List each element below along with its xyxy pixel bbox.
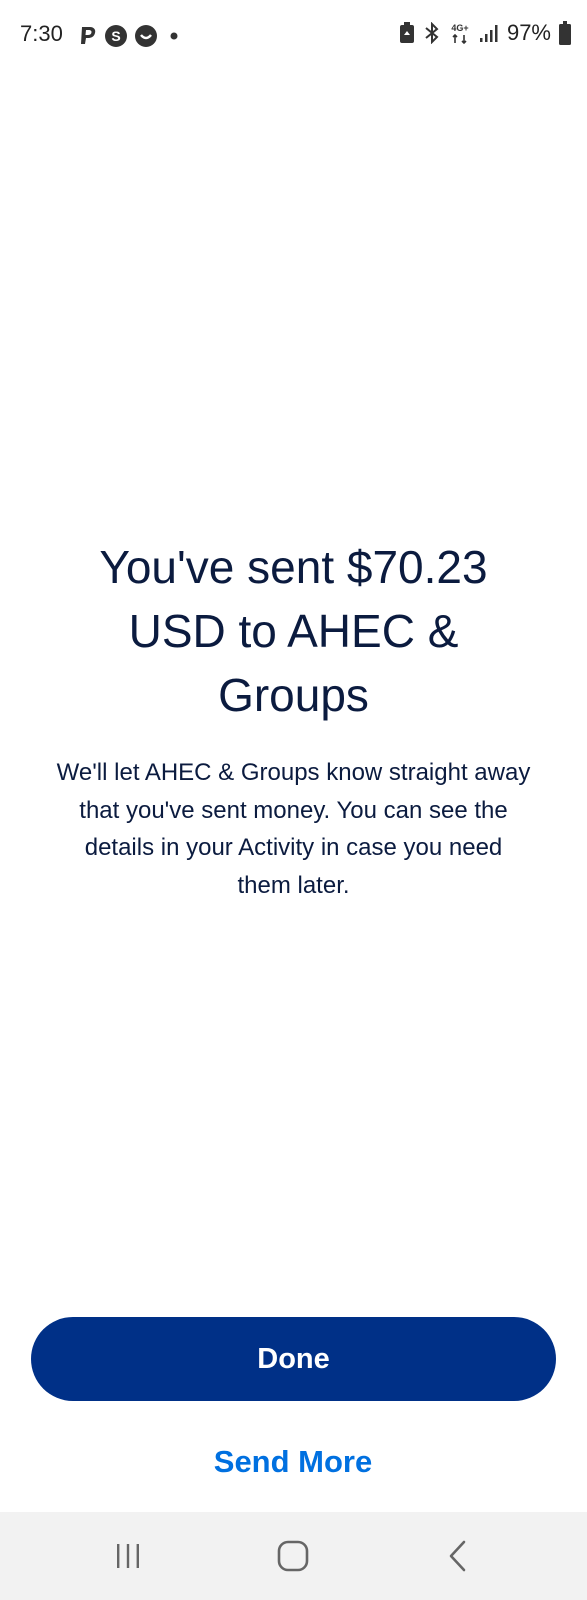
notification-icons: S <box>78 24 184 48</box>
battery-percentage: 97% <box>506 20 551 45</box>
dot-icon <box>164 26 184 46</box>
back-button[interactable] <box>428 1530 488 1582</box>
4g-data-icon: 4G+ <box>449 21 471 45</box>
navigation-bar <box>0 1512 587 1600</box>
back-icon <box>449 1540 466 1572</box>
battery-saver-icon <box>399 22 415 44</box>
confirmation-message: We'll let AHEC & Groups know straight aw… <box>56 759 531 899</box>
send-more-button[interactable]: Send More <box>143 1434 443 1490</box>
done-button[interactable]: Done <box>31 1317 556 1401</box>
home-icon <box>277 1540 309 1572</box>
svg-text:S: S <box>111 28 120 44</box>
chat-icon <box>134 24 158 48</box>
recent-apps-icon <box>117 1544 139 1568</box>
status-bar: 7:30 S 4G+ 97% <box>0 0 587 70</box>
status-time: 7:30 <box>20 21 63 46</box>
payment-confirmation-screen: 7:30 S 4G+ 97% You've sent $70.23 USD to… <box>0 0 587 1600</box>
battery-icon <box>559 21 571 45</box>
signal-icon <box>479 23 499 43</box>
svg-text:4G+: 4G+ <box>451 23 468 33</box>
bluetooth-icon <box>423 22 441 44</box>
system-status-icons: 4G+ 97% <box>399 20 571 46</box>
paypal-icon <box>78 25 98 47</box>
home-button[interactable] <box>263 1530 323 1582</box>
recent-apps-button[interactable] <box>98 1530 158 1582</box>
confirmation-headline: You've sent $70.23 USD to AHEC & Groups <box>99 541 488 721</box>
skype-icon: S <box>104 24 128 48</box>
